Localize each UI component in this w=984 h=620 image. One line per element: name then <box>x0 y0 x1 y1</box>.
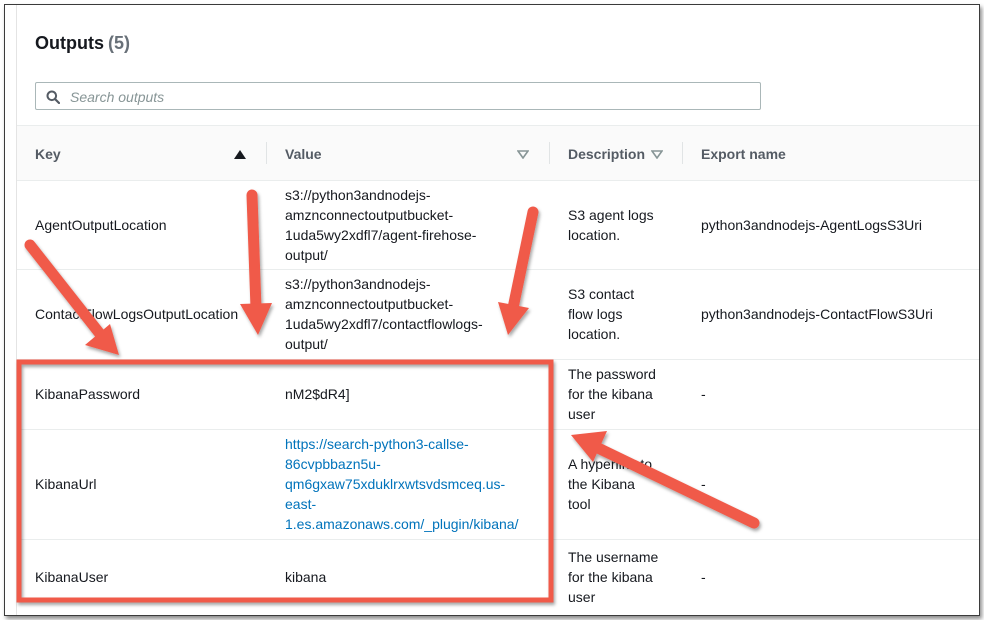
cell-description-line: the Kibana <box>568 476 635 492</box>
cell-value-line[interactable]: 86cvpbbazn5u- <box>285 454 518 474</box>
column-divider <box>266 142 267 164</box>
outputs-count: (5) <box>108 33 130 53</box>
cell-value-line: 1uda5wy2xdfl7/agent-firehose- <box>285 227 477 243</box>
cell-value-line: nM2$dR4] <box>285 386 350 402</box>
cell-value: s3://python3andnodejs-amznconnectoutputb… <box>285 185 476 265</box>
cell-description-line: location. <box>568 227 621 243</box>
outputs-title: Outputs <box>35 33 104 53</box>
cell-description-line: flow logs <box>568 306 623 322</box>
cell-description: S3 contact flow logs location. <box>568 284 634 344</box>
search-input[interactable] <box>68 85 752 109</box>
cell-value-line[interactable]: https://search-python3-callse- <box>285 434 518 454</box>
table-row: ContactFlowLogsOutputLocation s3://python… <box>17 269 979 360</box>
screenshot-frame: Outputs(5) Key Value Description <box>4 4 980 616</box>
cell-description-line: The username <box>568 549 659 565</box>
cell-key: KibanaPassword <box>35 386 141 402</box>
cell-description-line: for the kibana <box>568 386 653 402</box>
cell-value-line[interactable]: qm6gxaw75xduklrxwtsvdsmceq.us- <box>285 474 518 494</box>
cell-export-name: python3andnodejs-ContactFlowS3Uri <box>701 306 933 322</box>
cell-description: The password for the kibana user <box>568 364 656 424</box>
column-header-description[interactable]: Description <box>568 146 645 162</box>
cell-description: A hyperlink to the Kibana tool <box>568 454 652 514</box>
cell-value[interactable]: https://search-python3-callse- 86cvpbbazn… <box>285 434 518 534</box>
cell-value-line: s3://python3andnodejs- <box>285 276 431 292</box>
cell-value-line[interactable]: east- <box>285 494 518 514</box>
cell-description-line: tool <box>568 496 591 512</box>
cell-value-line: 1uda5wy2xdfl7/contactflowlogs- <box>285 316 483 332</box>
sort-ascending-icon[interactable] <box>234 150 246 159</box>
cell-description-line: user <box>568 406 596 422</box>
sort-caret-down-icon[interactable] <box>651 150 663 159</box>
cell-description-line: for the kibana <box>568 569 653 585</box>
cell-value-line: output/ <box>285 247 328 263</box>
outputs-panel: Outputs(5) Key Value Description <box>16 5 979 615</box>
cell-description-line: The password <box>568 366 656 382</box>
column-header-export-name[interactable]: Export name <box>701 146 786 162</box>
cell-value: nM2$dR4] <box>285 384 350 404</box>
search-icon <box>46 90 60 104</box>
sort-caret-down-icon[interactable] <box>517 150 529 159</box>
cell-export-name: - <box>701 386 706 402</box>
table-row: KibanaPassword nM2$dR4] The password for th… <box>17 359 979 430</box>
cell-description-line: S3 agent logs <box>568 207 654 223</box>
table-header: Key Value Description Export name <box>17 125 979 181</box>
cell-description-line: location. <box>568 326 621 342</box>
cell-value-line: amznconnectoutputbucket- <box>285 296 454 312</box>
cell-key: KibanaUrl <box>35 476 97 492</box>
cell-value: s3://python3andnodejs-amznconnectoutputb… <box>285 274 483 354</box>
cell-description-line: A hyperlink to <box>568 456 653 472</box>
cell-key: ContactFlowLogsOutputLocation <box>35 306 239 322</box>
column-divider <box>682 142 683 164</box>
table-row: AgentOutputLocation s3://python3andnodejs… <box>17 181 979 270</box>
cell-description: S3 agent logs location. <box>568 205 654 245</box>
cell-key: KibanaUser <box>35 569 109 585</box>
cell-export-name: - <box>701 476 706 492</box>
column-divider <box>549 142 550 164</box>
cell-description: The username for the kibana user <box>568 547 658 607</box>
table-row: KibanaUser kibana The username for the kiba… <box>17 539 979 615</box>
search-box[interactable] <box>35 82 761 110</box>
cell-description-line: S3 contact <box>568 286 635 302</box>
cell-value: kibana <box>285 567 326 587</box>
column-header-key[interactable]: Key <box>35 146 61 162</box>
column-header-value[interactable]: Value <box>285 146 322 162</box>
cell-export-name: python3andnodejs-AgentLogsS3Uri <box>701 217 923 233</box>
cell-description-line: user <box>568 589 596 605</box>
cell-value-line: output/ <box>285 336 328 352</box>
cell-value-line: amznconnectoutputbucket- <box>285 207 454 223</box>
page-title: Outputs (5) <box>35 33 130 54</box>
cell-value-line: kibana <box>285 569 327 585</box>
cell-value-line: s3://python3andnodejs- <box>285 187 431 203</box>
table-row: KibanaUrl https://search-python3-callse- 8… <box>17 429 979 540</box>
cell-value-line[interactable]: 1.es.amazonaws.com/_plugin/kibana/ <box>285 514 518 534</box>
cell-export-name: - <box>701 569 706 585</box>
cell-key: AgentOutputLocation <box>35 217 167 233</box>
